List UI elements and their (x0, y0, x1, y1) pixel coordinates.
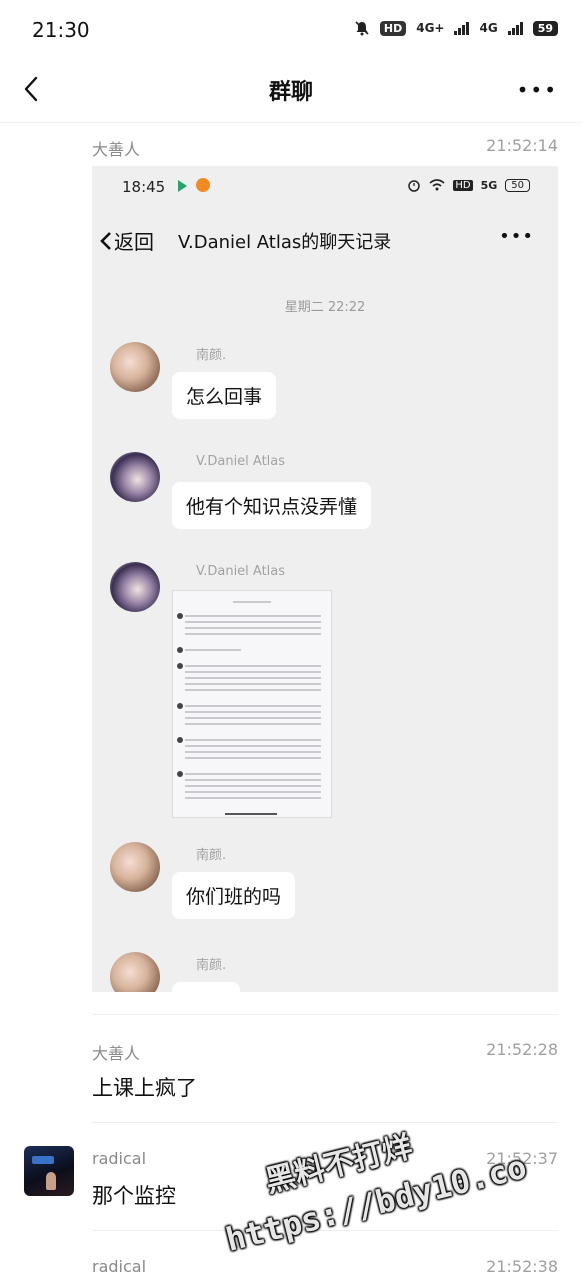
avatar-daniel-atlas (110, 562, 160, 612)
embedded-sender-name: 南颜. (196, 958, 227, 973)
embedded-back-label: 返回 (114, 230, 154, 254)
embedded-battery-icon: 50 (505, 178, 530, 192)
divider (92, 1014, 558, 1015)
message-time: 21:52:28 (486, 1040, 558, 1059)
embedded-more-icon: ••• (499, 226, 534, 247)
embedded-hd-icon: HD (453, 179, 473, 191)
chat-header: 群聊 ••• (0, 64, 582, 123)
play-icon (178, 180, 187, 192)
shared-screenshot-image[interactable]: 18:45 HD 5G 50 返回 V.Daniel Atlas的聊天记录 ••… (92, 166, 558, 992)
sender-name[interactable]: 大善人 (92, 1044, 140, 1063)
message-text: 那个监控 (92, 1184, 176, 1208)
alarm-icon (408, 180, 421, 192)
embedded-nav-bar: 返回 V.Daniel Atlas的聊天记录 ••• (92, 218, 558, 258)
avatar-nanyan (110, 842, 160, 892)
network-4g-label: 4G (479, 21, 498, 35)
embedded-back-chevron-icon (100, 231, 111, 250)
embedded-message-bubble: 他有个知识点没弄懂 (172, 482, 372, 529)
weibo-icon (196, 178, 210, 192)
embedded-sender-name: 南颜. (196, 848, 227, 863)
embedded-date-stamp: 星期二 22:22 (284, 300, 366, 315)
avatar-nanyan (110, 342, 160, 392)
embedded-sender-name: V.Daniel Atlas (196, 564, 286, 579)
message-text: 上课上疯了 (92, 1076, 197, 1100)
message-time: 21:52:38 (486, 1257, 558, 1276)
hd-icon: HD (379, 20, 407, 36)
mute-bell-icon (355, 21, 369, 36)
embedded-sender-name: V.Daniel Atlas (196, 454, 286, 469)
status-bar: 21:30 HD 4G+ 4G 59 (0, 0, 582, 64)
sender-name[interactable]: radical (92, 1149, 146, 1168)
sender-name[interactable]: 大善人 (92, 140, 140, 159)
page-title: 群聊 (268, 80, 313, 105)
signal-strength-icon (454, 21, 470, 35)
embedded-message-bubble: 你们班的吗 (172, 872, 296, 919)
message-header: radical 21:52:38 (92, 1257, 558, 1276)
embedded-message-bubble: 怎么回事 (172, 372, 277, 419)
embedded-status-icons: HD 5G 50 (407, 178, 530, 192)
message-header: 大善人 21:52:14 (92, 136, 558, 160)
embedded-back-button: 返回 (98, 226, 154, 255)
message-time: 21:52:14 (486, 136, 558, 155)
embedded-status-time: 18:45 (122, 178, 166, 196)
battery-icon: 59 (532, 20, 558, 36)
more-options-icon[interactable]: ••• (517, 80, 558, 100)
status-icons: HD 4G+ 4G 59 (354, 20, 558, 36)
message-header: 大善人 21:52:28 (92, 1040, 558, 1064)
network-4g-plus-label: 4G+ (416, 21, 445, 35)
avatar-nanyan (110, 952, 160, 992)
divider (92, 1122, 558, 1123)
embedded-network-label: 5G (480, 178, 498, 192)
embedded-sender-name: 南颜. (196, 348, 227, 363)
sender-name[interactable]: radical (92, 1257, 146, 1276)
status-time: 21:30 (32, 18, 90, 42)
wifi-icon (429, 179, 445, 191)
embedded-image-thumbnail (172, 590, 332, 818)
signal-strength-icon-2 (507, 21, 523, 35)
avatar-daniel-atlas (110, 452, 160, 502)
embedded-title: V.Daniel Atlas的聊天记录 (178, 232, 392, 253)
avatar-radical[interactable] (24, 1146, 74, 1196)
embedded-message-bubble (172, 982, 240, 992)
